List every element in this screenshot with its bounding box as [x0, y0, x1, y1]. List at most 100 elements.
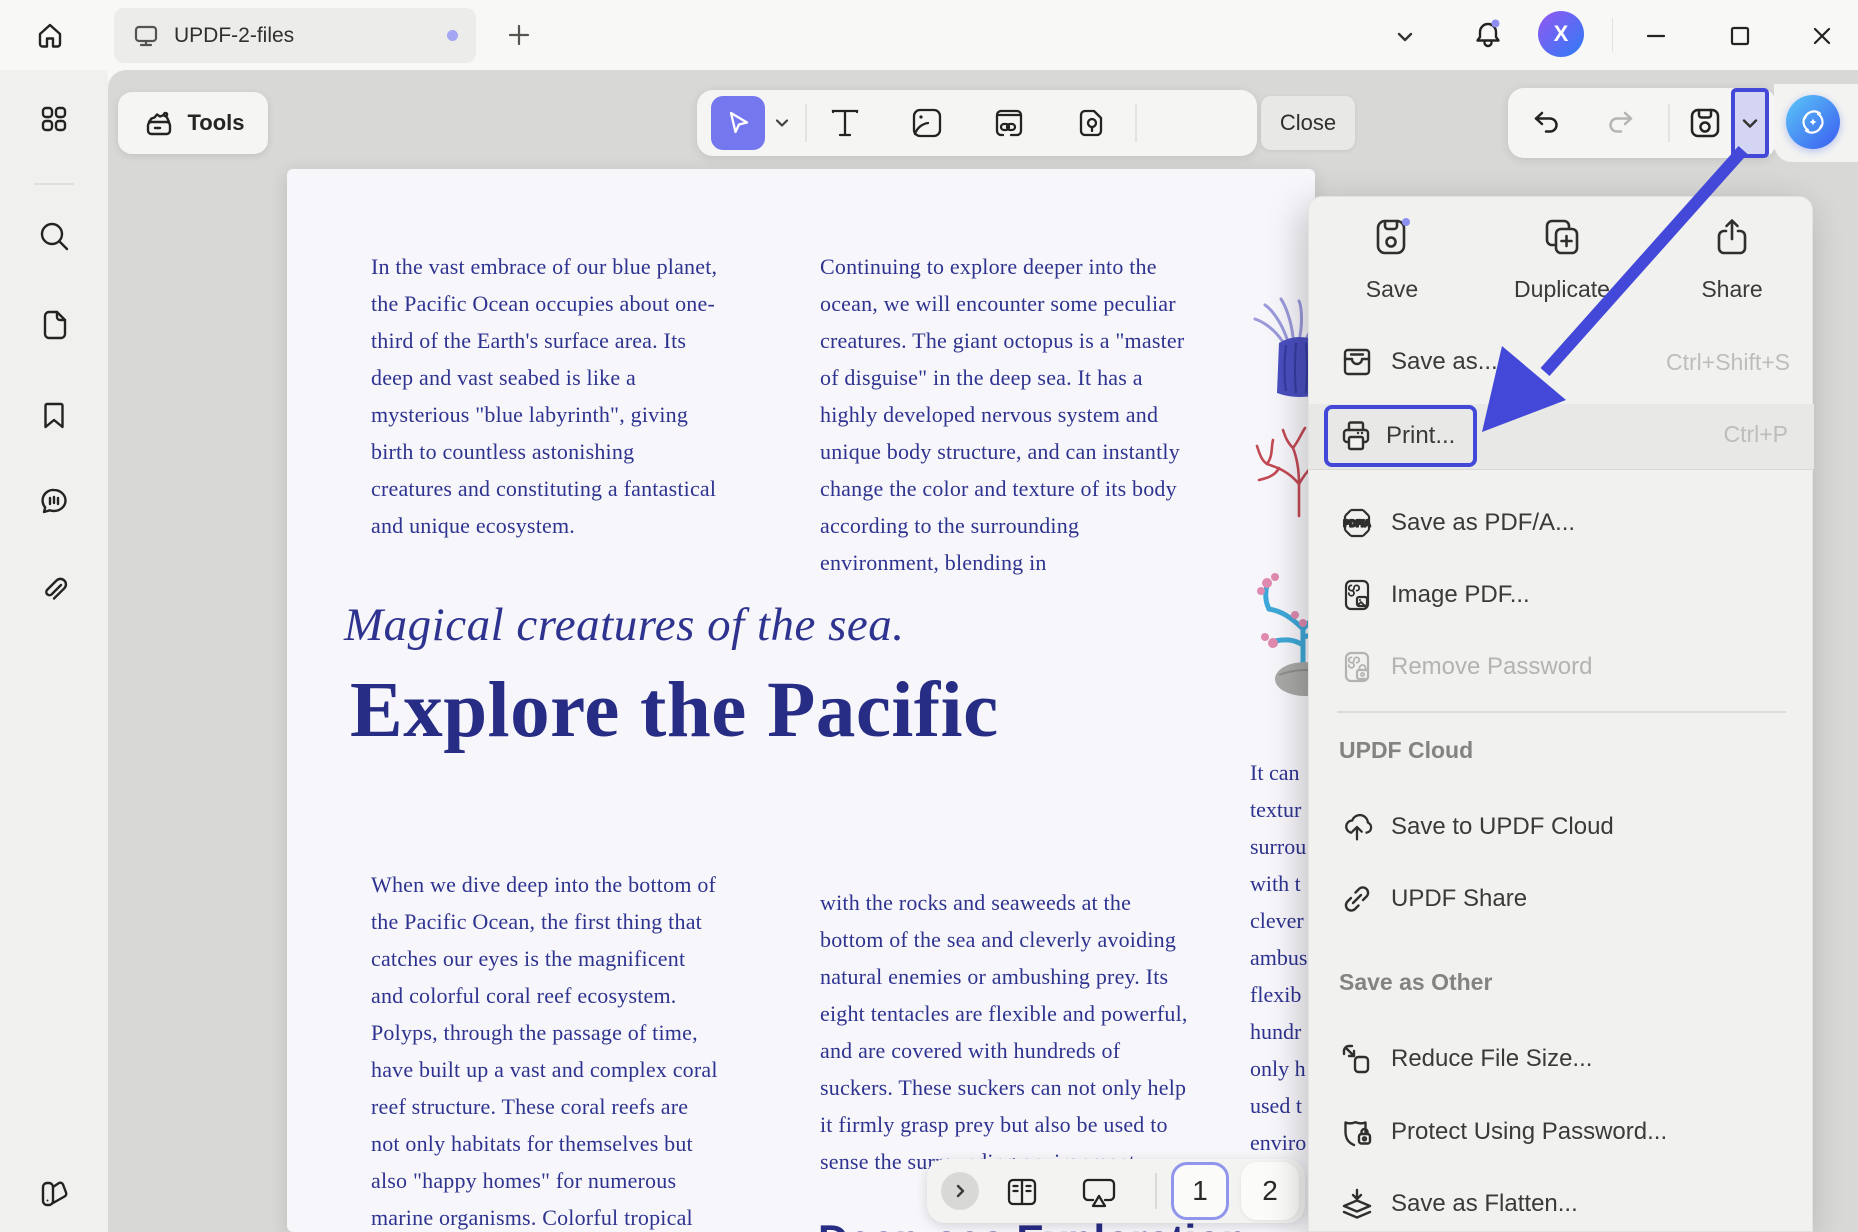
menu-item-duplicate[interactable]: Duplicate — [1487, 213, 1637, 303]
tools-label: Tools — [187, 110, 244, 136]
chevron-down-icon — [1738, 111, 1762, 135]
app-window: UPDF-2-files X — [0, 0, 1858, 1232]
document-tab[interactable]: UPDF-2-files — [114, 8, 476, 63]
menu-item-save[interactable]: Save — [1317, 213, 1467, 303]
save-as-pdfa-label: Save as PDF/A... — [1391, 509, 1575, 537]
monitor-icon — [132, 22, 160, 50]
print-shortcut: Ctrl+P — [1723, 421, 1788, 448]
panels-grid-button[interactable] — [37, 102, 71, 136]
tab-title: UPDF-2-files — [174, 24, 447, 48]
cloud-section-header: UPDF Cloud — [1339, 737, 1473, 764]
menu-item-remove-password: Remove Password — [1309, 637, 1814, 697]
home-button[interactable] — [26, 12, 74, 60]
link-tool-button[interactable] — [991, 105, 1027, 141]
redo-button[interactable] — [1603, 106, 1637, 140]
menu-item-save-as-flatten[interactable]: Save as Flatten... — [1309, 1174, 1814, 1232]
save-button[interactable] — [1686, 104, 1724, 142]
toolbar-divider — [805, 104, 807, 142]
page-mark-tool-button[interactable] — [1073, 105, 1109, 141]
menu-item-share[interactable]: Share — [1657, 213, 1807, 303]
avatar-letter: X — [1554, 21, 1569, 47]
save-dropdown-button[interactable] — [1731, 88, 1769, 158]
image-tool-button[interactable] — [909, 105, 945, 141]
menu-divider — [1337, 711, 1786, 713]
expand-nav-button[interactable] — [941, 1172, 979, 1210]
paperclip-icon — [36, 572, 72, 608]
ai-assistant-button[interactable] — [1786, 95, 1840, 149]
close-label: Close — [1280, 110, 1336, 136]
menu-item-save-as[interactable]: Save as... Ctrl+Shift+S — [1309, 332, 1814, 392]
select-tool-dropdown[interactable] — [771, 112, 793, 134]
home-icon — [34, 20, 66, 52]
page-1-button[interactable]: 1 — [1171, 1162, 1229, 1220]
page-navigator: 1 2 — [927, 1159, 1305, 1223]
pdfa-icon: PDF/A — [1339, 505, 1375, 541]
menu-item-updf-share[interactable]: UPDF Share — [1309, 869, 1814, 929]
close-x-icon — [1808, 22, 1836, 50]
doc-paragraph-clipped: It cantextur surrouwith t cleverambus fl… — [1250, 754, 1314, 1161]
undo-button[interactable] — [1530, 106, 1564, 140]
doc-subheadline: Magical creatures of the sea. — [344, 598, 905, 652]
new-tab-button[interactable] — [505, 21, 533, 49]
undo-icon — [1530, 106, 1564, 140]
share-icon — [1708, 213, 1756, 261]
ai-sparkle-icon — [1795, 104, 1831, 140]
doc-paragraph: In the vast embrace of our blue planet, … — [371, 248, 719, 544]
ai-panel — [1774, 84, 1858, 162]
stamps-palette-button[interactable] — [35, 1175, 73, 1213]
book-icon — [1003, 1173, 1041, 1211]
toolbar-divider — [1135, 104, 1137, 142]
close-edit-button[interactable]: Close — [1261, 96, 1355, 150]
page-2-label: 2 — [1262, 1175, 1278, 1207]
cloud-upload-icon — [1339, 808, 1375, 846]
toolbar-divider — [1668, 104, 1670, 142]
screen-share-icon — [1079, 1174, 1119, 1212]
sidebar-divider — [34, 183, 74, 185]
tools-button[interactable]: Tools — [118, 92, 268, 154]
reading-mode-button[interactable] — [1003, 1173, 1041, 1211]
thumbnails-button[interactable] — [37, 308, 71, 342]
reduce-file-size-label: Reduce File Size... — [1391, 1045, 1592, 1073]
minimize-icon — [1642, 22, 1670, 50]
maximize-icon — [1726, 22, 1754, 50]
pdf-page[interactable]: In the vast embrace of our blue planet, … — [287, 169, 1315, 1232]
duplicate-icon — [1538, 213, 1586, 261]
menu-item-reduce-file-size[interactable]: Reduce File Size... — [1309, 1029, 1814, 1089]
share-label: Share — [1657, 276, 1807, 303]
shield-lock-icon — [1339, 1114, 1375, 1150]
window-close-button[interactable] — [1808, 22, 1836, 50]
unsaved-indicator-dot — [447, 30, 458, 41]
doc-headline: Explore the Pacific — [350, 666, 999, 756]
duplicate-label: Duplicate — [1487, 276, 1637, 303]
menu-item-image-pdf[interactable]: Image PDF... — [1309, 565, 1814, 625]
page-2-button[interactable]: 2 — [1241, 1162, 1299, 1220]
maximize-button[interactable] — [1726, 22, 1754, 50]
grid-icon — [37, 102, 71, 136]
avatar[interactable]: X — [1538, 11, 1584, 57]
bookmarks-button[interactable] — [37, 398, 71, 432]
remove-password-icon — [1339, 649, 1375, 685]
red-coral-illustration — [1249, 424, 1315, 519]
image-tool-icon — [909, 105, 945, 141]
select-tool-button[interactable] — [711, 96, 765, 150]
notifications-button[interactable] — [1468, 15, 1508, 55]
chevron-down-icon — [1392, 24, 1418, 50]
updf-share-label: UPDF Share — [1391, 885, 1527, 913]
comments-button[interactable] — [36, 484, 72, 520]
minimize-button[interactable] — [1642, 22, 1670, 50]
attachments-button[interactable] — [36, 572, 72, 608]
remove-password-label: Remove Password — [1391, 653, 1592, 681]
window-menu-chevron[interactable] — [1392, 24, 1418, 50]
save-as-flatten-label: Save as Flatten... — [1391, 1190, 1578, 1218]
menu-item-save-to-cloud[interactable]: Save to UPDF Cloud — [1309, 797, 1814, 857]
text-tool-button[interactable] — [827, 105, 863, 141]
doc-pin-icon — [1073, 105, 1109, 141]
bookmark-icon — [37, 398, 71, 432]
print-highlight-box[interactable]: Print... — [1324, 405, 1477, 467]
menu-item-protect-password[interactable]: Protect Using Password... — [1309, 1102, 1814, 1162]
present-mode-button[interactable] — [1079, 1174, 1119, 1212]
toolbox-icon — [141, 105, 177, 141]
search-button[interactable] — [36, 218, 72, 254]
menu-item-save-as-pdfa[interactable]: PDF/A Save as PDF/A... — [1309, 493, 1814, 553]
title-bar: UPDF-2-files X — [0, 0, 1858, 70]
